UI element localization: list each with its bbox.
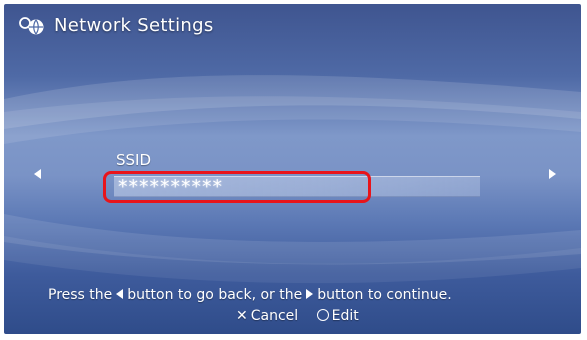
cancel-label: Cancel	[250, 308, 299, 324]
circle-icon	[316, 309, 329, 321]
edit-button[interactable]: Edit	[316, 308, 359, 324]
ssid-label: SSID	[116, 151, 152, 169]
instruction-part1: Press the	[48, 287, 113, 303]
ssid-highlight-box	[103, 171, 371, 203]
title-bar: Network Settings	[4, 4, 581, 50]
globe-network-icon	[19, 17, 44, 35]
left-arrow-icon[interactable]	[34, 169, 41, 179]
instruction-part3: button to continue.	[317, 287, 452, 303]
background-waves	[4, 75, 581, 284]
edit-label: Edit	[331, 308, 359, 324]
cancel-button[interactable]: ✕ Cancel	[236, 308, 298, 324]
psp-screen: Network Settings SSID ********** Press t…	[4, 4, 581, 334]
cross-icon: ✕	[236, 308, 248, 324]
right-button-icon	[306, 289, 314, 299]
page-title: Network Settings	[54, 15, 214, 36]
instruction-text: Press the button to go back, or the button…	[48, 287, 558, 303]
right-arrow-icon[interactable]	[549, 169, 556, 179]
instruction-part2: button to go back, or the	[127, 287, 303, 303]
left-button-icon	[116, 289, 124, 299]
button-hints: ✕ Cancel Edit	[236, 308, 373, 324]
